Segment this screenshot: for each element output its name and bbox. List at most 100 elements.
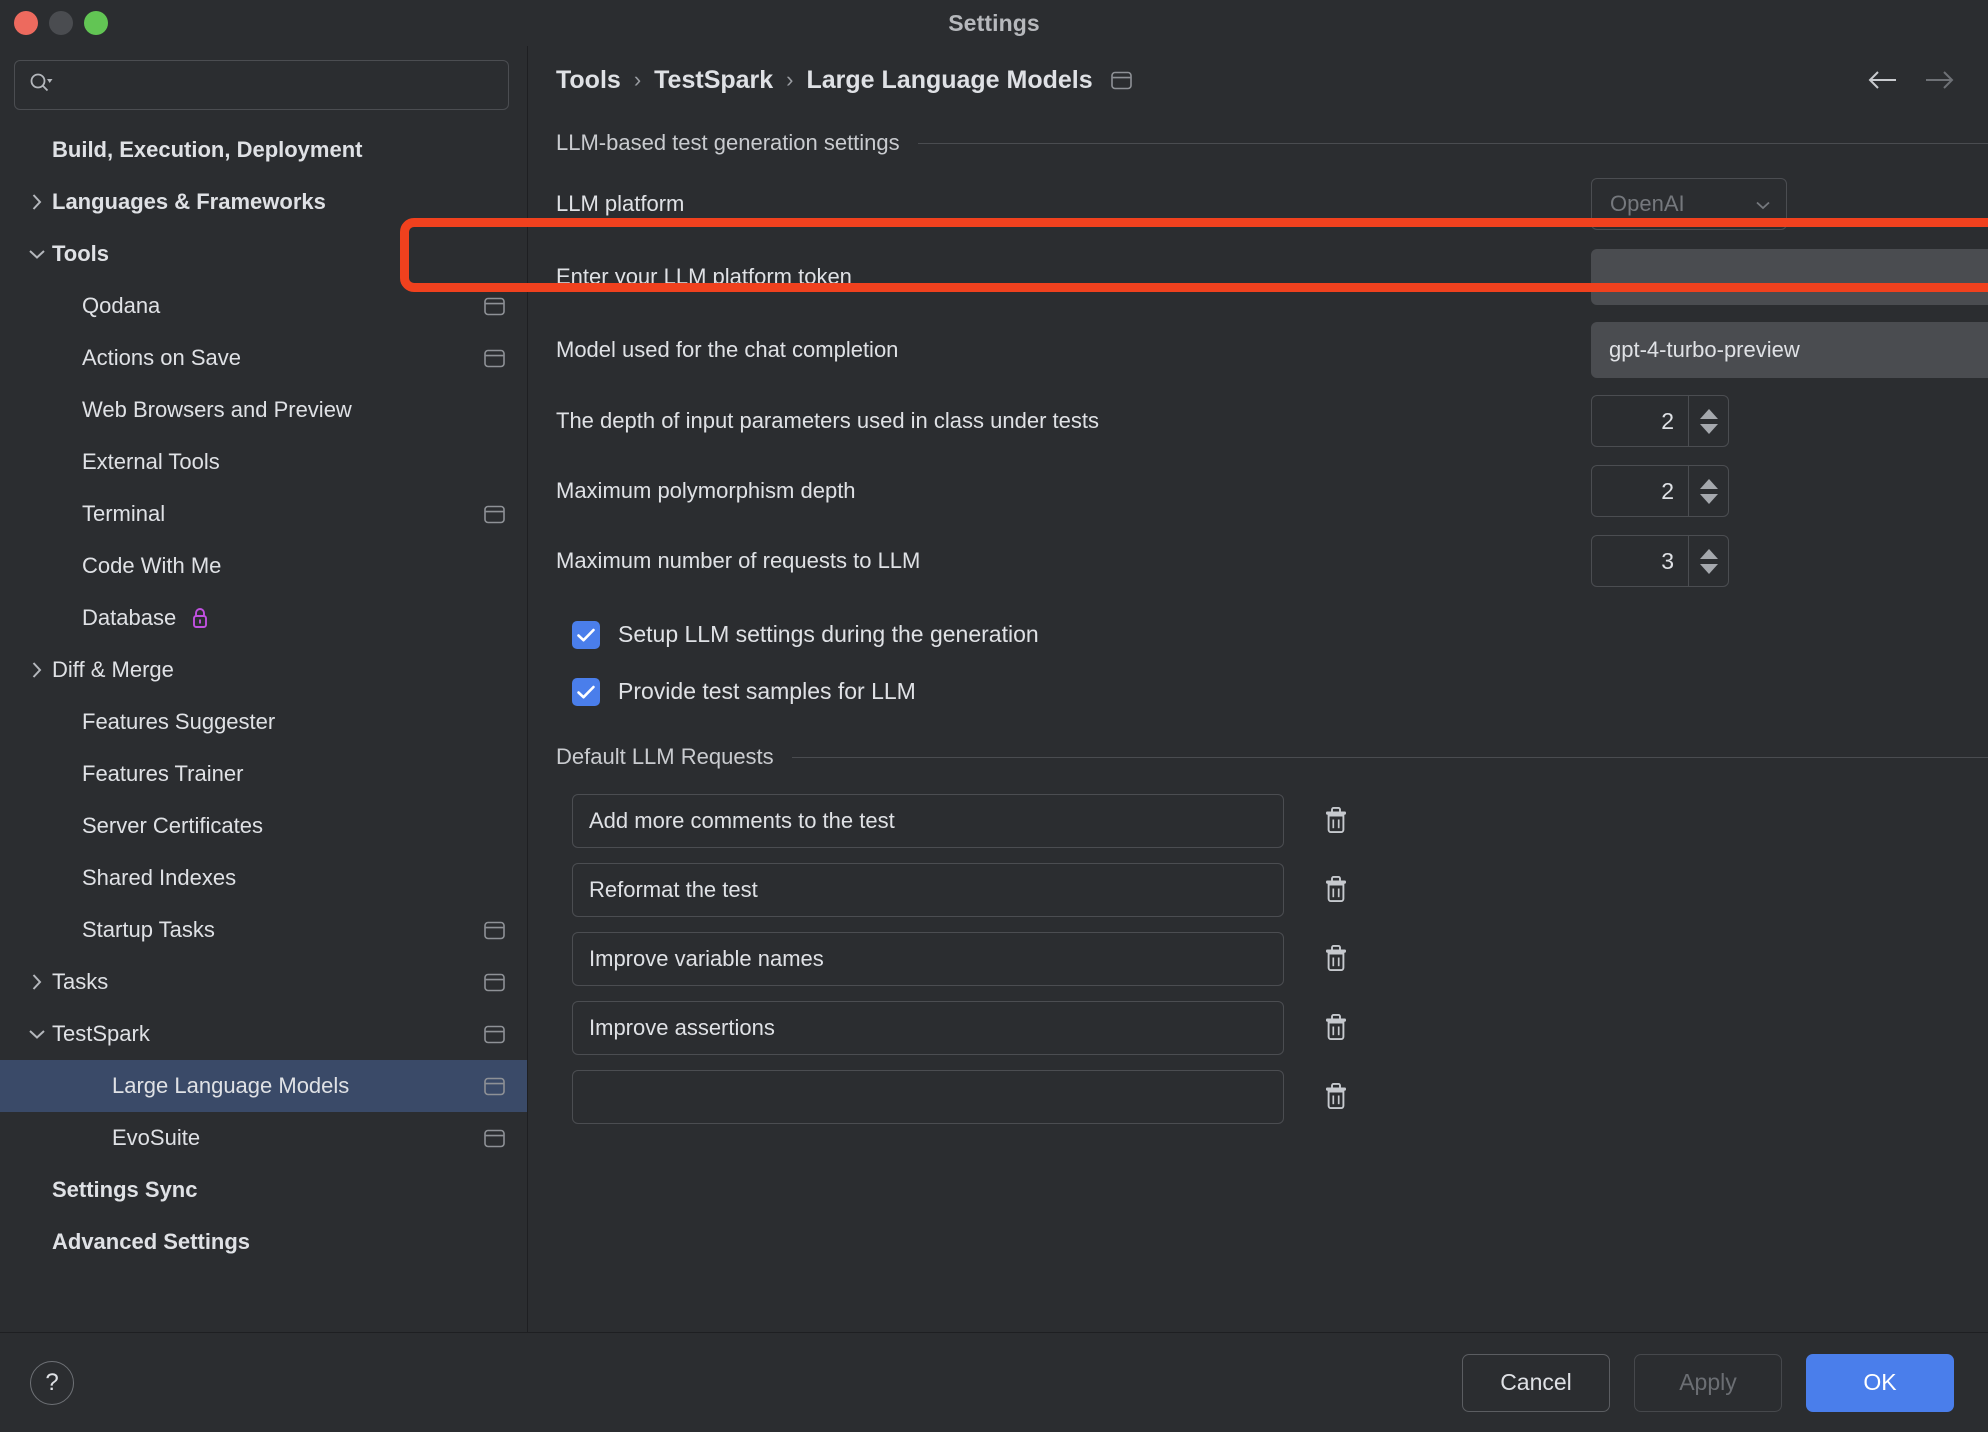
spinner-decrement-icon[interactable] (1699, 423, 1718, 434)
traffic-light-group (14, 11, 108, 35)
spinner-0[interactable]: 2 (1591, 395, 1729, 447)
sidebar-item-label: Large Language Models (112, 1073, 350, 1098)
spinner-value[interactable]: 3 (1592, 536, 1688, 586)
ok-button[interactable]: OK (1806, 1353, 1954, 1412)
request-input[interactable] (572, 931, 1284, 986)
trash-icon[interactable] (1318, 802, 1354, 840)
settings-tree: Build, Execution, Deployment Languages & … (0, 120, 527, 1332)
search-container (0, 46, 527, 120)
sidebar-item-build-execution-deployment[interactable]: Build, Execution, Deployment (0, 124, 527, 176)
checkbox-row-0[interactable]: Setup LLM settings during the generation (556, 606, 1988, 663)
trash-icon[interactable] (1318, 1009, 1354, 1047)
apply-button[interactable]: Apply (1634, 1353, 1782, 1412)
spinner-decrement-icon[interactable] (1699, 493, 1718, 504)
arrow-right-icon (1922, 65, 1956, 95)
request-row (556, 786, 1988, 855)
cancel-button[interactable]: Cancel (1462, 1353, 1610, 1412)
llm-platform-dropdown[interactable]: OpenAI (1591, 178, 1787, 230)
sidebar-item-label: Build, Execution, Deployment (52, 137, 363, 162)
sidebar-item-label: Features Trainer (82, 761, 244, 786)
request-input[interactable] (572, 793, 1284, 848)
chevron-down-icon (1754, 191, 1772, 217)
llm-token-input[interactable] (1591, 249, 1988, 305)
settings-sidebar: Build, Execution, Deployment Languages & … (0, 46, 528, 1332)
chevron-right-icon[interactable] (22, 971, 52, 993)
trash-icon[interactable] (1318, 871, 1354, 909)
close-window-button[interactable] (14, 11, 38, 35)
sidebar-item-label: EvoSuite (112, 1125, 201, 1150)
project-scope-icon (484, 349, 505, 368)
settings-window: Settings Build, Execution, Deployment Lan (0, 0, 1988, 1432)
request-input[interactable] (572, 1069, 1284, 1124)
help-button[interactable]: ? (30, 1360, 74, 1405)
breadcrumb-item-tools[interactable]: Tools (556, 66, 621, 95)
row-model: Model used for the chat completion (556, 314, 1988, 386)
zoom-window-button[interactable] (84, 11, 108, 35)
sidebar-item-web-browsers-and-preview[interactable]: Web Browsers and Preview (0, 384, 527, 436)
spinner-decrement-icon[interactable] (1699, 563, 1718, 574)
search-box[interactable] (14, 60, 509, 110)
sidebar-item-external-tools[interactable]: External Tools (0, 436, 527, 488)
section-header-default-requests: Default LLM Requests (556, 744, 1988, 770)
spinner-increment-icon[interactable] (1699, 478, 1718, 489)
search-input[interactable] (63, 74, 496, 96)
section-divider (791, 756, 1988, 758)
checkbox-0[interactable] (572, 620, 600, 649)
chevron-down-icon[interactable] (22, 1026, 52, 1042)
sidebar-item-diff-merge[interactable]: Diff & Merge (0, 644, 527, 696)
row-spinner-1: Maximum polymorphism depth 2 (556, 456, 1988, 526)
checkbox-row-1[interactable]: Provide test samples for LLM (556, 663, 1988, 720)
sidebar-item-label: Server Certificates (82, 813, 263, 838)
sidebar-item-code-with-me[interactable]: Code With Me (0, 540, 527, 592)
spinner-1[interactable]: 2 (1591, 465, 1729, 517)
sidebar-item-label: TestSpark (52, 1021, 150, 1046)
trash-icon[interactable] (1318, 1078, 1354, 1116)
spinner-increment-icon[interactable] (1699, 408, 1718, 419)
spinner-value[interactable]: 2 (1592, 396, 1688, 446)
sidebar-item-tasks[interactable]: Tasks (0, 956, 527, 1008)
sidebar-item-label: Terminal (82, 501, 166, 526)
checkbox-label: Setup LLM settings during the generation (618, 621, 1039, 647)
spinner-2[interactable]: 3 (1591, 535, 1729, 587)
chevron-right-icon[interactable] (22, 659, 52, 681)
sidebar-item-shared-indexes[interactable]: Shared Indexes (0, 852, 527, 904)
project-scope-icon (484, 1077, 505, 1096)
sidebar-item-server-certificates[interactable]: Server Certificates (0, 800, 527, 852)
sidebar-item-languages-frameworks[interactable]: Languages & Frameworks (0, 176, 527, 228)
project-scope-icon (484, 505, 505, 524)
breadcrumb-item-testspark[interactable]: TestSpark (654, 66, 773, 95)
chevron-right-icon[interactable] (22, 191, 52, 213)
trash-icon[interactable] (1318, 940, 1354, 978)
sidebar-item-actions-on-save[interactable]: Actions on Save (0, 332, 527, 384)
navigation-arrows (1866, 65, 1964, 95)
label-spinner-2: Maximum number of requests to LLM (556, 548, 921, 573)
request-row (556, 855, 1988, 924)
sidebar-item-qodana[interactable]: Qodana (0, 280, 527, 332)
sidebar-item-advanced-settings[interactable]: Advanced Settings (0, 1216, 527, 1268)
spinner-increment-icon[interactable] (1699, 548, 1718, 559)
sidebar-item-settings-sync[interactable]: Settings Sync (0, 1164, 527, 1216)
request-input[interactable] (572, 862, 1284, 917)
model-input[interactable] (1591, 322, 1988, 378)
sidebar-item-features-suggester[interactable]: Features Suggester (0, 696, 527, 748)
sidebar-item-terminal[interactable]: Terminal (0, 488, 527, 540)
settings-content: LLM-based test generation settings LLM p… (528, 114, 1988, 1332)
checkbox-1[interactable] (572, 677, 600, 706)
request-input[interactable] (572, 1000, 1284, 1055)
sidebar-item-testspark[interactable]: TestSpark (0, 1008, 527, 1060)
sidebar-item-large-language-models[interactable]: Large Language Models (0, 1060, 527, 1112)
spinner-value[interactable]: 2 (1592, 466, 1688, 516)
breadcrumb-item-large-language-models: Large Language Models (806, 65, 1093, 94)
project-scope-icon (484, 921, 505, 940)
chevron-down-icon[interactable] (22, 246, 52, 262)
row-spinner-2: Maximum number of requests to LLM 3 (556, 526, 1988, 596)
row-llm-platform: LLM platform OpenAI (556, 168, 1988, 240)
sidebar-item-evosuite[interactable]: EvoSuite (0, 1112, 527, 1164)
arrow-left-icon[interactable] (1866, 65, 1900, 95)
sidebar-item-startup-tasks[interactable]: Startup Tasks (0, 904, 527, 956)
sidebar-item-features-trainer[interactable]: Features Trainer (0, 748, 527, 800)
sidebar-item-database[interactable]: Database (0, 592, 527, 644)
lock-icon (190, 606, 210, 630)
minimize-window-button[interactable] (49, 11, 73, 35)
sidebar-item-tools[interactable]: Tools (0, 228, 527, 280)
